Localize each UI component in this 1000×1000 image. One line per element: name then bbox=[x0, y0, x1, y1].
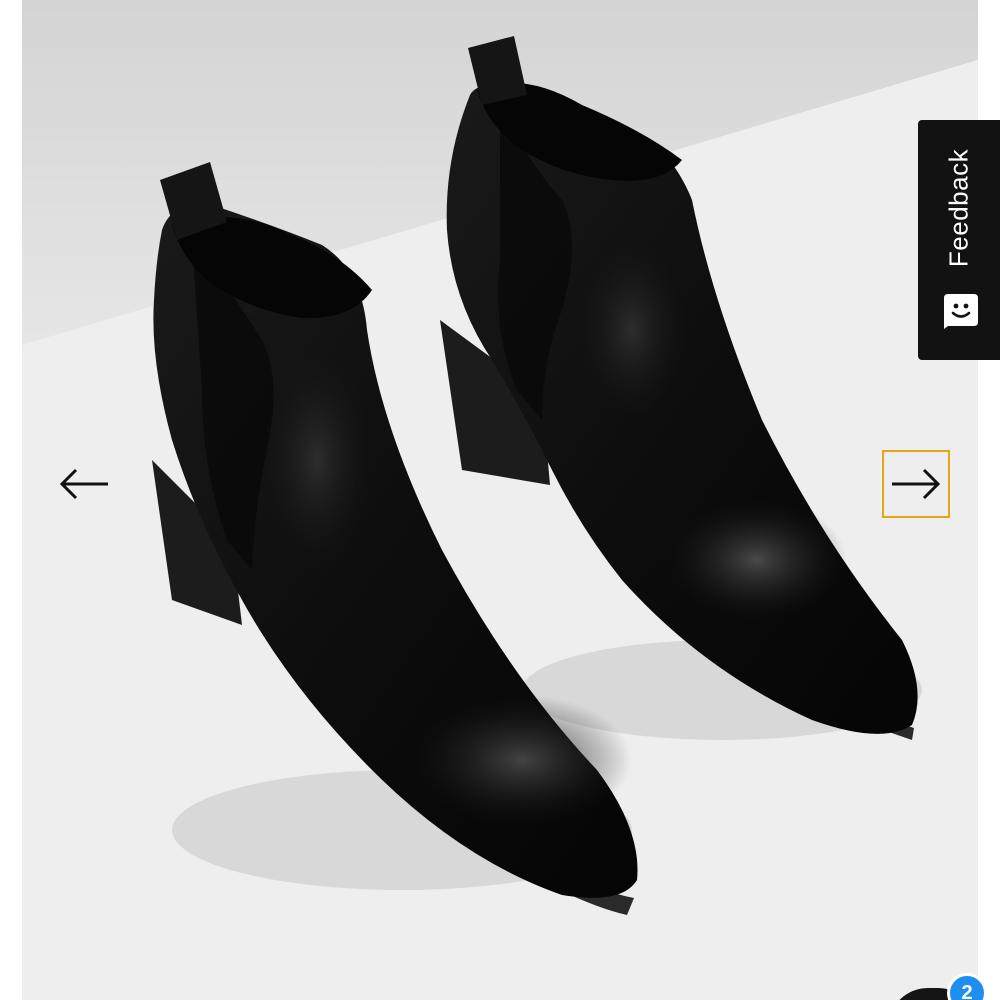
previous-image-button[interactable] bbox=[50, 450, 118, 518]
next-image-button[interactable] bbox=[882, 450, 950, 518]
arrow-right-icon bbox=[892, 468, 941, 500]
feedback-label: Feedback bbox=[943, 148, 974, 268]
arrow-left-icon bbox=[59, 468, 108, 500]
product-photo bbox=[22, 0, 978, 1000]
notification-badge: 2 bbox=[947, 973, 987, 1000]
feedback-tab[interactable]: Feedback bbox=[918, 120, 1000, 360]
smiley-chat-icon bbox=[944, 294, 978, 329]
product-page: Feedback 2 bbox=[0, 0, 1000, 1000]
product-image-gallery bbox=[22, 0, 978, 1000]
